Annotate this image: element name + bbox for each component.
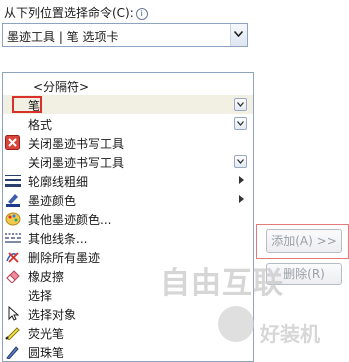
choose-commands-text: 从下列位置选择命令(C): [4,6,134,20]
palette-icon [5,211,21,226]
list-item[interactable]: 荧光笔 [3,323,253,342]
list-item-label: 选择对象 [28,308,77,322]
list-item[interactable]: 轮廓线粗细 [3,171,253,190]
list-item[interactable]: 格式 [3,114,253,133]
list-item[interactable]: 关闭墨迹书写工具 [3,133,253,152]
list-item-label: 关闭墨迹书写工具 [28,137,125,151]
list-item-label: 其他墨迹颜色... [28,213,112,227]
commands-source-dropdown[interactable]: 墨迹工具 | 笔 选项卡 [2,23,248,47]
list-item[interactable]: 其他墨迹颜色... [3,209,253,228]
eraser-icon [5,268,21,284]
list-item-label: 墨迹颜色 [28,194,77,208]
list-item-label: <分隔符> [33,80,90,94]
list-item-label: 笔 [28,99,41,113]
ink-color-icon [5,192,21,207]
list-item-label: 删除所有墨迹 [28,251,101,265]
watermark-site: 好装机 [260,322,320,346]
list-item[interactable]: 圆珠笔 [3,342,253,361]
dropdown-indicator-icon [234,155,247,168]
choose-commands-label: 从下列位置选择命令(C): i [4,4,148,21]
list-item-label: 选择 [28,289,53,303]
list-item-label: 关闭墨迹书写工具 [28,156,125,170]
list-item-label: 圆珠笔 [28,346,65,360]
list-item-label: 荧光笔 [28,327,65,341]
list-item-selected[interactable]: 笔 [3,95,253,114]
list-item-label: 轮廓线粗细 [28,175,89,189]
commands-list[interactable]: <分隔符> 笔 格式 关闭墨迹书写工具 关闭墨迹书写工具 轮廓线粗细 墨迹颜色 [2,72,254,362]
list-item-label: 橡皮擦 [28,270,65,284]
highlighter-icon [5,325,21,341]
submenu-arrow-icon [239,195,244,203]
list-item-label: 其他线条... [28,232,88,246]
select-object-icon [5,305,21,321]
list-item[interactable]: 其他线条... [3,228,253,247]
red-x-icon [5,135,21,150]
list-item[interactable]: 墨迹颜色 [3,190,253,209]
line-dash-icon [5,230,21,245]
ballpoint-pen-icon [5,344,21,360]
submenu-arrow-icon [239,176,244,184]
list-item[interactable]: 关闭墨迹书写工具 [3,152,253,171]
info-icon[interactable]: i [135,7,148,20]
watermark-logo [218,306,254,342]
dropdown-value: 墨迹工具 | 笔 选项卡 [7,30,119,44]
add-button[interactable]: 添加(A) >> [266,229,342,253]
line-weight-icon [5,173,21,188]
list-item-label: 格式 [28,118,53,132]
dropdown-indicator-icon [234,98,247,111]
watermark-brand: 自由互联 [160,266,284,301]
list-item[interactable]: <分隔符> [3,76,253,95]
list-item[interactable]: 选择对象 [3,304,253,323]
delete-ink-icon [5,249,21,264]
chevron-down-icon[interactable] [230,24,247,46]
dropdown-indicator-icon [234,117,247,130]
